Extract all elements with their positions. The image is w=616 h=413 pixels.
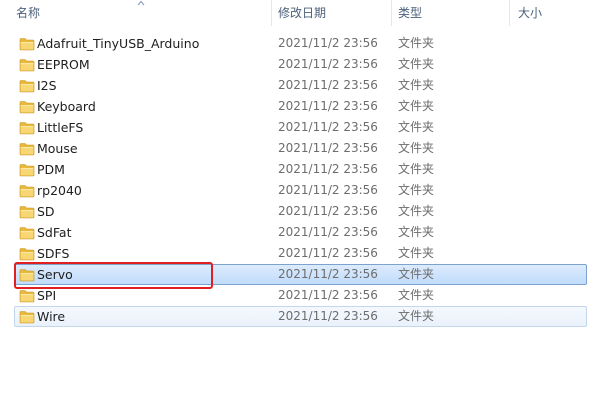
file-date-modified: 2021/11/2 23:56 — [278, 246, 378, 260]
folder-icon — [19, 247, 35, 261]
file-date-modified: 2021/11/2 23:56 — [278, 141, 378, 155]
folder-icon — [19, 142, 35, 156]
file-row[interactable]: SDFS 2021/11/2 23:56 文件夹 — [14, 243, 587, 264]
column-header-date-modified[interactable]: 修改日期 — [272, 0, 392, 26]
column-header: 名称 修改日期 类型 大小 — [0, 0, 616, 26]
file-row[interactable]: Wire 2021/11/2 23:56 文件夹 — [14, 306, 587, 327]
file-name: LittleFS — [37, 120, 84, 135]
column-header-type-label: 类型 — [398, 6, 423, 20]
file-row[interactable]: EEPROM 2021/11/2 23:56 文件夹 — [14, 54, 587, 75]
file-date-modified: 2021/11/2 23:56 — [278, 225, 378, 239]
file-date-modified: 2021/11/2 23:56 — [278, 120, 378, 134]
folder-icon — [19, 79, 35, 93]
folder-icon — [19, 100, 35, 114]
file-name: Servo — [37, 267, 73, 282]
column-header-name[interactable]: 名称 — [0, 0, 272, 26]
file-row[interactable]: SPI 2021/11/2 23:56 文件夹 — [14, 285, 587, 306]
file-type: 文件夹 — [398, 141, 435, 155]
file-type: 文件夹 — [398, 120, 435, 134]
file-type: 文件夹 — [398, 267, 435, 281]
file-type: 文件夹 — [398, 57, 435, 71]
file-type: 文件夹 — [398, 78, 435, 92]
file-row[interactable]: Adafruit_TinyUSB_Arduino 2021/11/2 23:56 文… — [14, 33, 587, 54]
file-type: 文件夹 — [398, 162, 435, 176]
file-row[interactable]: PDM 2021/11/2 23:56 文件夹 — [14, 159, 587, 180]
file-name: I2S — [37, 78, 57, 93]
file-type: 文件夹 — [398, 225, 435, 239]
file-name: Wire — [37, 309, 66, 324]
column-header-date-label: 修改日期 — [278, 6, 327, 20]
file-type: 文件夹 — [398, 309, 435, 323]
file-date-modified: 2021/11/2 23:56 — [278, 267, 378, 281]
file-type: 文件夹 — [398, 246, 435, 260]
file-type: 文件夹 — [398, 36, 435, 50]
folder-icon — [19, 268, 35, 282]
file-row[interactable]: SdFat 2021/11/2 23:56 文件夹 — [14, 222, 587, 243]
file-date-modified: 2021/11/2 23:56 — [278, 309, 378, 323]
file-row[interactable]: I2S 2021/11/2 23:56 文件夹 — [14, 75, 587, 96]
file-name: SD — [37, 204, 55, 219]
file-date-modified: 2021/11/2 23:56 — [278, 288, 378, 302]
file-type: 文件夹 — [398, 183, 435, 197]
file-row[interactable]: Keyboard 2021/11/2 23:56 文件夹 — [14, 96, 587, 117]
file-row[interactable]: LittleFS 2021/11/2 23:56 文件夹 — [14, 117, 587, 138]
file-type: 文件夹 — [398, 204, 435, 218]
file-explorer: 名称 修改日期 类型 大小 Adafruit_TinyUSB_Arduino 20… — [0, 0, 616, 413]
file-date-modified: 2021/11/2 23:56 — [278, 57, 378, 71]
file-type: 文件夹 — [398, 288, 435, 302]
folder-icon — [19, 226, 35, 240]
folder-icon — [19, 58, 35, 72]
file-date-modified: 2021/11/2 23:56 — [278, 36, 378, 50]
file-name: Mouse — [37, 141, 78, 156]
file-date-modified: 2021/11/2 23:56 — [278, 78, 378, 92]
file-name: Adafruit_TinyUSB_Arduino — [37, 36, 200, 51]
folder-icon — [19, 37, 35, 51]
folder-icon — [19, 310, 35, 324]
file-row[interactable]: Mouse 2021/11/2 23:56 文件夹 — [14, 138, 587, 159]
folder-icon — [19, 163, 35, 177]
folder-icon — [19, 121, 35, 135]
column-header-type[interactable]: 类型 — [392, 0, 510, 26]
file-date-modified: 2021/11/2 23:56 — [278, 183, 378, 197]
file-type: 文件夹 — [398, 99, 435, 113]
file-row[interactable]: SD 2021/11/2 23:56 文件夹 — [14, 201, 587, 222]
file-name: SPI — [37, 288, 57, 303]
file-name: SdFat — [37, 225, 72, 240]
column-header-size[interactable]: 大小 — [510, 0, 616, 26]
folder-icon — [19, 184, 35, 198]
folder-icon — [19, 289, 35, 303]
file-date-modified: 2021/11/2 23:56 — [278, 99, 378, 113]
file-date-modified: 2021/11/2 23:56 — [278, 204, 378, 218]
folder-icon — [19, 205, 35, 219]
file-date-modified: 2021/11/2 23:56 — [278, 162, 378, 176]
file-name: EEPROM — [37, 57, 90, 72]
file-row[interactable]: Servo 2021/11/2 23:56 文件夹 — [14, 264, 587, 285]
column-header-name-label: 名称 — [16, 6, 41, 20]
sort-up-arrow-icon — [137, 0, 145, 6]
file-name: SDFS — [37, 246, 70, 261]
file-name: rp2040 — [37, 183, 82, 198]
file-name: Keyboard — [37, 99, 96, 114]
file-row[interactable]: rp2040 2021/11/2 23:56 文件夹 — [14, 180, 587, 201]
file-name: PDM — [37, 162, 65, 177]
column-header-size-label: 大小 — [518, 6, 543, 20]
